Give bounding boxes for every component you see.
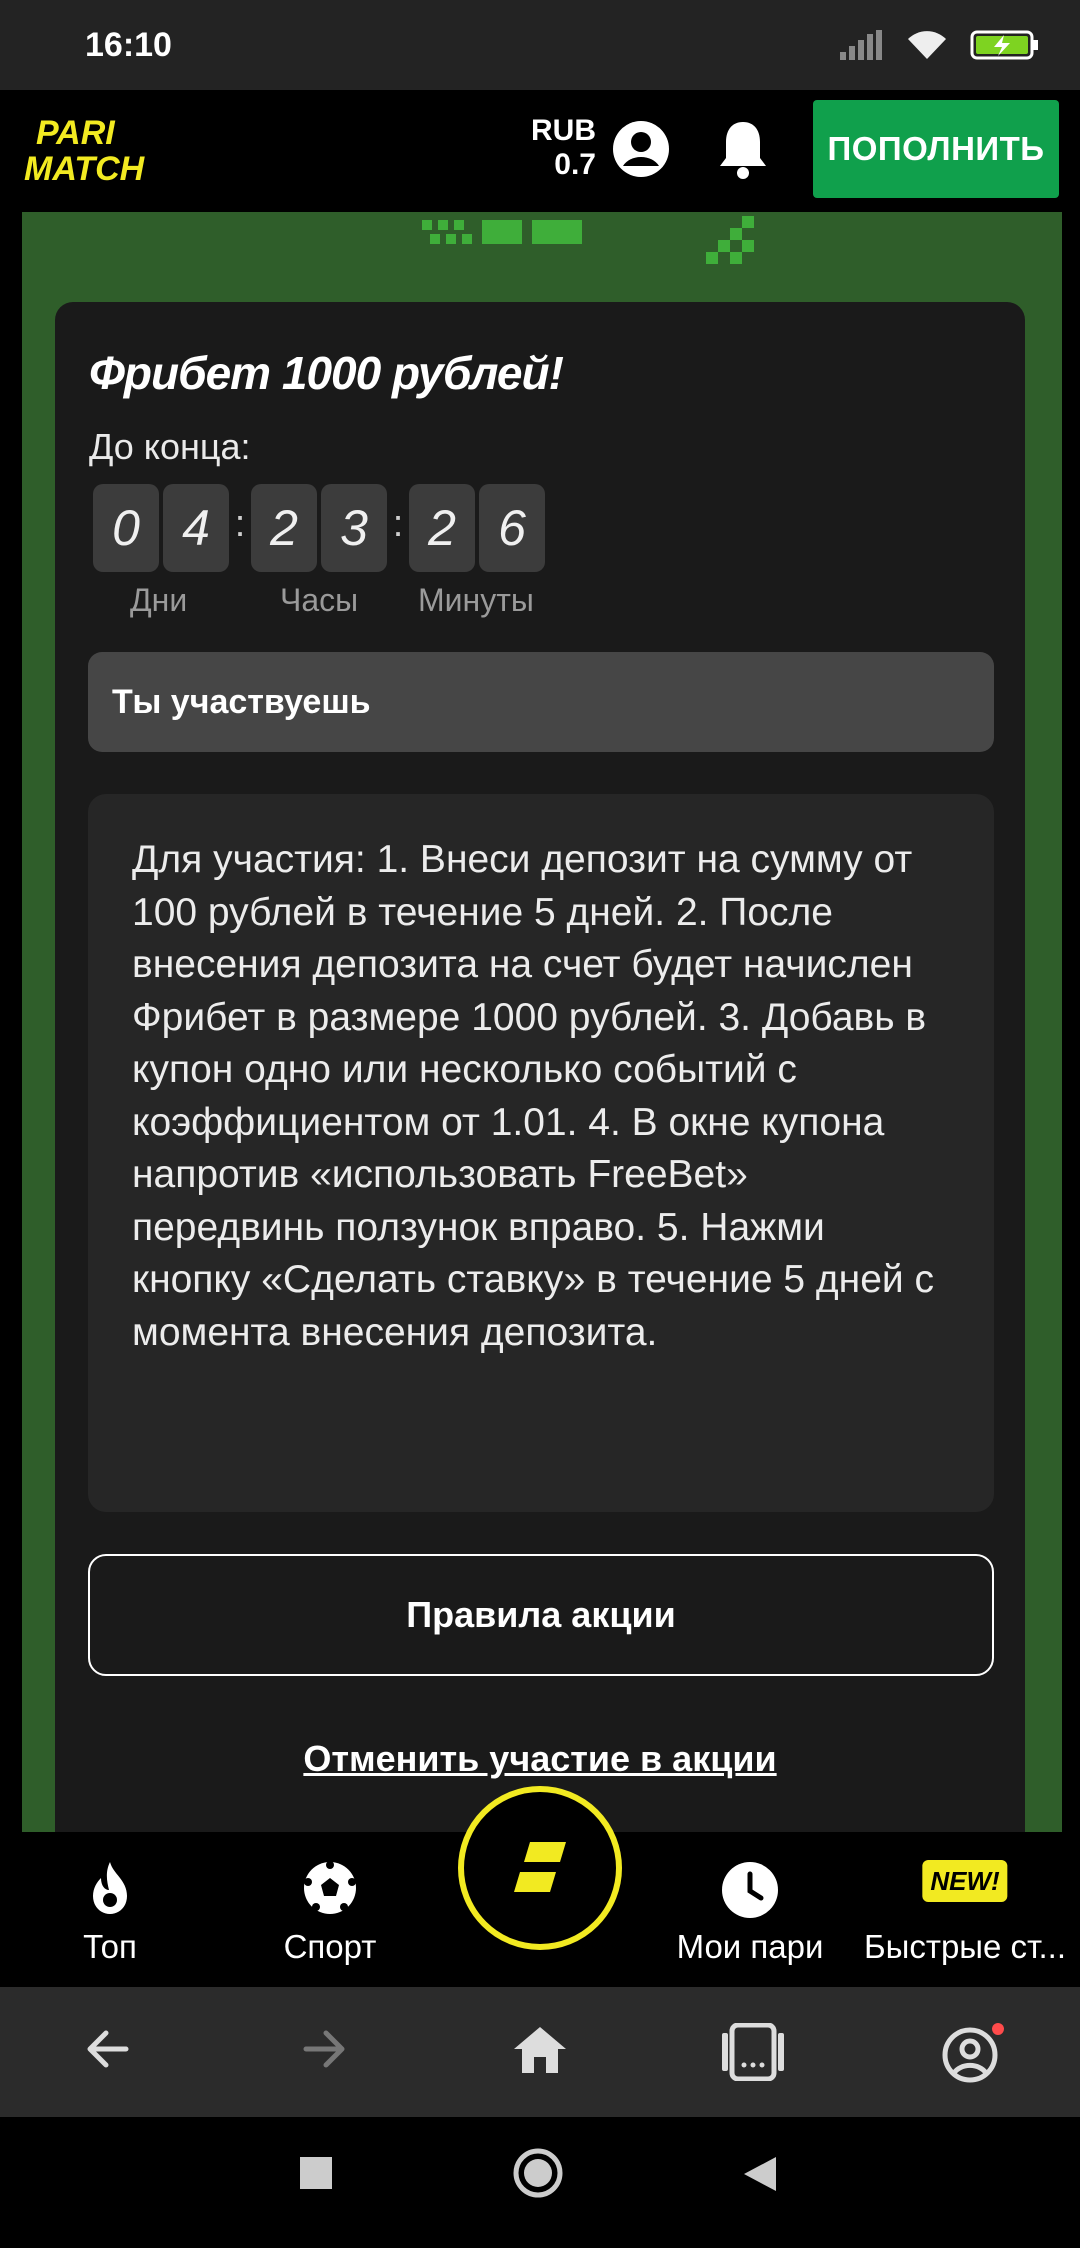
home-circle-icon[interactable] bbox=[512, 2147, 564, 2199]
hours-label: Часы bbox=[280, 582, 359, 618]
days-label: Дни bbox=[130, 582, 188, 618]
currency-label: RUB bbox=[531, 114, 596, 147]
soccer-ball-icon bbox=[304, 1861, 356, 1914]
minutes-digit-1: 2 bbox=[409, 484, 475, 572]
nav-label-sport: Спорт bbox=[283, 1928, 377, 1965]
parimatch-mark-icon bbox=[514, 1842, 566, 1892]
account-icon[interactable] bbox=[940, 2023, 1004, 2083]
status-bar: 16:10 bbox=[0, 0, 1080, 90]
nav-item-my-bets[interactable]: Мои пари bbox=[660, 1832, 840, 1987]
new-badge: NEW! bbox=[922, 1860, 1008, 1902]
hours-digit-2: 3 bbox=[321, 484, 387, 572]
forward-arrow-icon[interactable] bbox=[298, 2023, 350, 2075]
timer-separator: : bbox=[392, 502, 404, 545]
balance-display[interactable]: RUB 0.7 bbox=[520, 114, 596, 182]
nav-item-fast-bets[interactable]: NEW! Быстрые ст... bbox=[850, 1832, 1080, 1987]
new-badge-wrapper: NEW! bbox=[922, 1860, 1008, 1902]
participation-status: Ты участвуешь bbox=[88, 652, 994, 752]
minutes-label: Минуты bbox=[418, 582, 534, 618]
home-icon[interactable] bbox=[512, 2023, 568, 2075]
recent-apps-icon[interactable] bbox=[298, 2155, 334, 2191]
signal-icon bbox=[840, 30, 882, 60]
logo-bottom-text: MATCH bbox=[24, 150, 146, 182]
nav-label-top: Топ bbox=[83, 1928, 137, 1965]
nav-item-sport[interactable]: Спорт bbox=[260, 1832, 400, 1987]
status-time: 16:10 bbox=[85, 25, 172, 64]
tabs-icon[interactable] bbox=[720, 2023, 786, 2081]
parimatch-logo[interactable]: PARI MATCH bbox=[22, 112, 242, 188]
cancel-participation-link[interactable]: Отменить участие в акции bbox=[55, 1738, 1025, 1780]
nav-item-top[interactable]: Топ bbox=[40, 1832, 180, 1987]
nav-label-my-bets: Мои пари bbox=[676, 1928, 824, 1965]
hours-digit-1: 2 bbox=[251, 484, 317, 572]
status-icons bbox=[840, 29, 1040, 61]
nav-label-fast-bets: Быстрые ст... bbox=[863, 1928, 1067, 1965]
back-triangle-icon[interactable] bbox=[742, 2155, 778, 2193]
countdown-timer: 0 4 : 2 3 : 2 6 bbox=[93, 484, 549, 572]
promo-card: Фрибет 1000 рублей! До конца: 0 4 : 2 3 … bbox=[55, 302, 1025, 1862]
wifi-icon bbox=[908, 31, 946, 59]
days-digit-2: 4 bbox=[163, 484, 229, 572]
clock-icon bbox=[722, 1862, 778, 1918]
bell-icon[interactable] bbox=[718, 118, 768, 180]
decorative-pattern bbox=[422, 216, 754, 264]
logo-top-text: PARI bbox=[36, 114, 116, 152]
flame-icon bbox=[93, 1862, 127, 1914]
promo-title: Фрибет 1000 рублей! bbox=[89, 347, 564, 399]
timer-separator: : bbox=[234, 502, 246, 545]
back-arrow-icon[interactable] bbox=[82, 2023, 134, 2075]
promo-description: Для участия: 1. Внеси депозит на сумму о… bbox=[88, 794, 994, 1512]
profile-icon[interactable] bbox=[612, 120, 670, 178]
balance-value: 0.7 bbox=[554, 148, 596, 181]
battery-charging-icon bbox=[970, 30, 1038, 60]
topup-button[interactable]: ПОПОЛНИТЬ bbox=[813, 100, 1059, 198]
center-parimatch-button[interactable] bbox=[458, 1786, 622, 1950]
minutes-digit-2: 6 bbox=[479, 484, 545, 572]
system-navigation bbox=[0, 2117, 1080, 2248]
promo-rules-button[interactable]: Правила акции bbox=[88, 1554, 994, 1676]
app-header: PARI MATCH RUB 0.7 ПОПОЛНИТЬ bbox=[0, 90, 1080, 212]
countdown-label: До конца: bbox=[89, 426, 251, 467]
days-digit-1: 0 bbox=[93, 484, 159, 572]
browser-toolbar bbox=[0, 1987, 1080, 2117]
